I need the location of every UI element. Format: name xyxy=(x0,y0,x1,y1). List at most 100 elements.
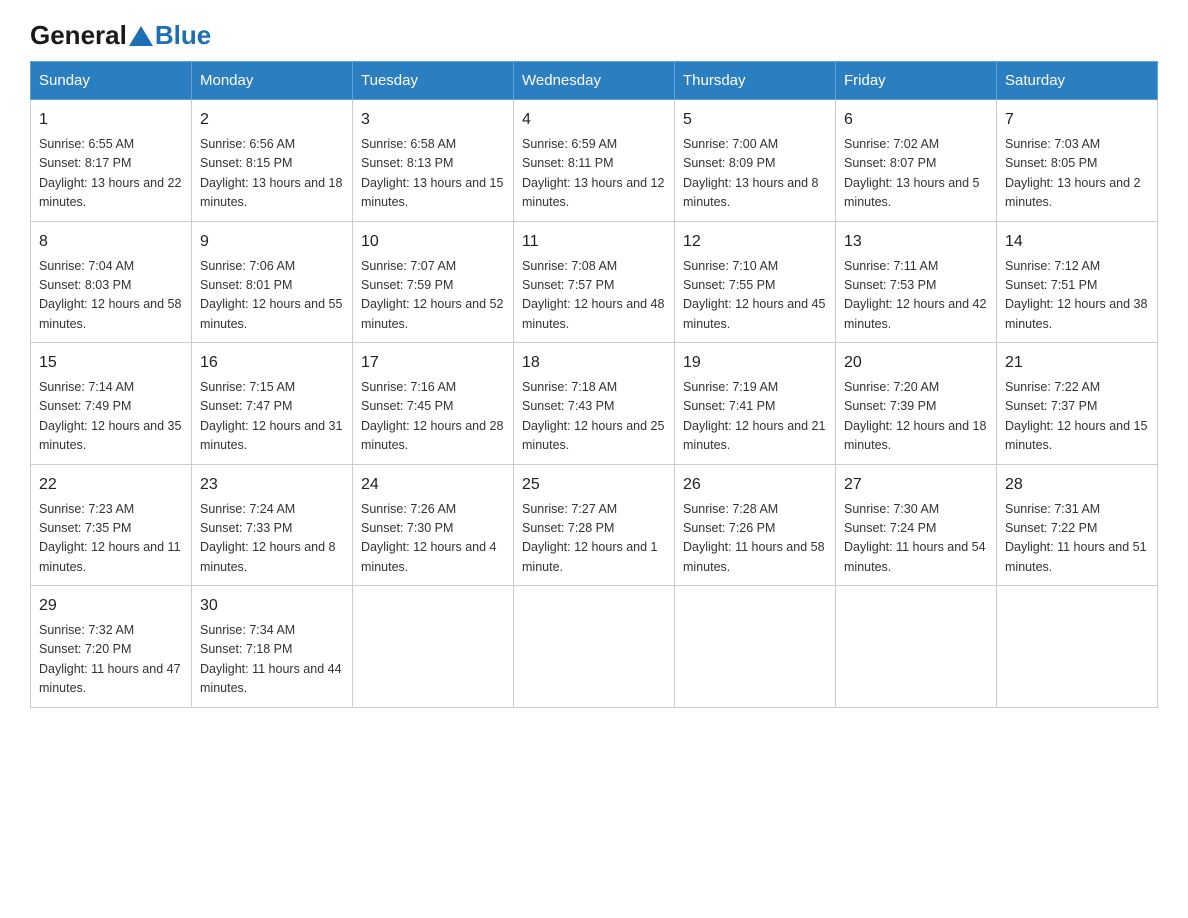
day-info: Sunrise: 7:08 AMSunset: 7:57 PMDaylight:… xyxy=(522,257,666,335)
calendar-cell: 11 Sunrise: 7:08 AMSunset: 7:57 PMDayligh… xyxy=(514,221,675,343)
logo: General Blue xyxy=(30,20,211,51)
calendar-cell: 3 Sunrise: 6:58 AMSunset: 8:13 PMDaylight… xyxy=(353,100,514,222)
calendar-cell: 26 Sunrise: 7:28 AMSunset: 7:26 PMDayligh… xyxy=(675,464,836,586)
calendar-cell xyxy=(675,586,836,708)
calendar-cell: 16 Sunrise: 7:15 AMSunset: 7:47 PMDayligh… xyxy=(192,343,353,465)
calendar-cell: 1 Sunrise: 6:55 AMSunset: 8:17 PMDaylight… xyxy=(31,100,192,222)
day-info: Sunrise: 7:15 AMSunset: 7:47 PMDaylight:… xyxy=(200,378,344,456)
day-info: Sunrise: 7:14 AMSunset: 7:49 PMDaylight:… xyxy=(39,378,183,456)
day-number: 27 xyxy=(844,473,988,497)
calendar-cell: 5 Sunrise: 7:00 AMSunset: 8:09 PMDaylight… xyxy=(675,100,836,222)
calendar-cell: 13 Sunrise: 7:11 AMSunset: 7:53 PMDayligh… xyxy=(836,221,997,343)
calendar-cell: 12 Sunrise: 7:10 AMSunset: 7:55 PMDayligh… xyxy=(675,221,836,343)
day-number: 16 xyxy=(200,351,344,375)
day-number: 24 xyxy=(361,473,505,497)
day-number: 9 xyxy=(200,230,344,254)
day-number: 6 xyxy=(844,108,988,132)
day-number: 15 xyxy=(39,351,183,375)
day-number: 11 xyxy=(522,230,666,254)
day-info: Sunrise: 7:00 AMSunset: 8:09 PMDaylight:… xyxy=(683,135,827,213)
day-info: Sunrise: 7:32 AMSunset: 7:20 PMDaylight:… xyxy=(39,621,183,699)
day-info: Sunrise: 6:55 AMSunset: 8:17 PMDaylight:… xyxy=(39,135,183,213)
day-number: 5 xyxy=(683,108,827,132)
calendar-cell: 7 Sunrise: 7:03 AMSunset: 8:05 PMDaylight… xyxy=(997,100,1158,222)
day-info: Sunrise: 6:58 AMSunset: 8:13 PMDaylight:… xyxy=(361,135,505,213)
day-number: 1 xyxy=(39,108,183,132)
calendar-cell: 29Sunrise: 7:32 AMSunset: 7:20 PMDayligh… xyxy=(31,586,192,708)
weekday-header-saturday: Saturday xyxy=(997,62,1158,100)
day-number: 20 xyxy=(844,351,988,375)
day-info: Sunrise: 7:07 AMSunset: 7:59 PMDaylight:… xyxy=(361,257,505,335)
day-info: Sunrise: 7:16 AMSunset: 7:45 PMDaylight:… xyxy=(361,378,505,456)
calendar-cell: 8 Sunrise: 7:04 AMSunset: 8:03 PMDaylight… xyxy=(31,221,192,343)
day-info: Sunrise: 7:04 AMSunset: 8:03 PMDaylight:… xyxy=(39,257,183,335)
day-number: 13 xyxy=(844,230,988,254)
calendar-table: SundayMondayTuesdayWednesdayThursdayFrid… xyxy=(30,61,1158,708)
day-info: Sunrise: 7:20 AMSunset: 7:39 PMDaylight:… xyxy=(844,378,988,456)
day-info: Sunrise: 7:12 AMSunset: 7:51 PMDaylight:… xyxy=(1005,257,1149,335)
calendar-cell: 18 Sunrise: 7:18 AMSunset: 7:43 PMDayligh… xyxy=(514,343,675,465)
calendar-cell: 10 Sunrise: 7:07 AMSunset: 7:59 PMDayligh… xyxy=(353,221,514,343)
weekday-header-sunday: Sunday xyxy=(31,62,192,100)
day-info: Sunrise: 6:56 AMSunset: 8:15 PMDaylight:… xyxy=(200,135,344,213)
day-info: Sunrise: 7:31 AMSunset: 7:22 PMDaylight:… xyxy=(1005,500,1149,578)
day-number: 26 xyxy=(683,473,827,497)
day-number: 3 xyxy=(361,108,505,132)
weekday-header-row: SundayMondayTuesdayWednesdayThursdayFrid… xyxy=(31,62,1158,100)
day-number: 7 xyxy=(1005,108,1149,132)
calendar-cell xyxy=(353,586,514,708)
week-row-2: 8 Sunrise: 7:04 AMSunset: 8:03 PMDaylight… xyxy=(31,221,1158,343)
day-info: Sunrise: 7:11 AMSunset: 7:53 PMDaylight:… xyxy=(844,257,988,335)
day-number: 22 xyxy=(39,473,183,497)
day-info: Sunrise: 7:03 AMSunset: 8:05 PMDaylight:… xyxy=(1005,135,1149,213)
day-info: Sunrise: 7:18 AMSunset: 7:43 PMDaylight:… xyxy=(522,378,666,456)
day-info: Sunrise: 7:28 AMSunset: 7:26 PMDaylight:… xyxy=(683,500,827,578)
day-number: 12 xyxy=(683,230,827,254)
day-info: Sunrise: 7:26 AMSunset: 7:30 PMDaylight:… xyxy=(361,500,505,578)
calendar-cell: 25Sunrise: 7:27 AMSunset: 7:28 PMDayligh… xyxy=(514,464,675,586)
calendar-cell: 6 Sunrise: 7:02 AMSunset: 8:07 PMDaylight… xyxy=(836,100,997,222)
week-row-3: 15 Sunrise: 7:14 AMSunset: 7:49 PMDayligh… xyxy=(31,343,1158,465)
weekday-header-monday: Monday xyxy=(192,62,353,100)
calendar-cell: 4Sunrise: 6:59 AMSunset: 8:11 PMDaylight… xyxy=(514,100,675,222)
logo-triangle-icon xyxy=(129,26,153,46)
calendar-cell xyxy=(836,586,997,708)
day-number: 19 xyxy=(683,351,827,375)
weekday-header-wednesday: Wednesday xyxy=(514,62,675,100)
day-number: 23 xyxy=(200,473,344,497)
calendar-cell: 15 Sunrise: 7:14 AMSunset: 7:49 PMDayligh… xyxy=(31,343,192,465)
day-number: 21 xyxy=(1005,351,1149,375)
day-number: 30 xyxy=(200,594,344,618)
calendar-cell: 22Sunrise: 7:23 AMSunset: 7:35 PMDayligh… xyxy=(31,464,192,586)
day-info: Sunrise: 7:30 AMSunset: 7:24 PMDaylight:… xyxy=(844,500,988,578)
day-number: 18 xyxy=(522,351,666,375)
calendar-cell: 2Sunrise: 6:56 AMSunset: 8:15 PMDaylight… xyxy=(192,100,353,222)
calendar-cell: 27 Sunrise: 7:30 AMSunset: 7:24 PMDayligh… xyxy=(836,464,997,586)
calendar-cell: 20 Sunrise: 7:20 AMSunset: 7:39 PMDayligh… xyxy=(836,343,997,465)
day-info: Sunrise: 7:19 AMSunset: 7:41 PMDaylight:… xyxy=(683,378,827,456)
logo-blue-text: Blue xyxy=(155,20,211,51)
day-number: 28 xyxy=(1005,473,1149,497)
weekday-header-tuesday: Tuesday xyxy=(353,62,514,100)
day-number: 14 xyxy=(1005,230,1149,254)
calendar-cell: 21Sunrise: 7:22 AMSunset: 7:37 PMDayligh… xyxy=(997,343,1158,465)
calendar-cell xyxy=(997,586,1158,708)
calendar-cell: 17 Sunrise: 7:16 AMSunset: 7:45 PMDayligh… xyxy=(353,343,514,465)
week-row-5: 29Sunrise: 7:32 AMSunset: 7:20 PMDayligh… xyxy=(31,586,1158,708)
page-header: General Blue xyxy=(30,20,1158,51)
day-number: 4 xyxy=(522,108,666,132)
week-row-1: 1 Sunrise: 6:55 AMSunset: 8:17 PMDaylight… xyxy=(31,100,1158,222)
day-info: Sunrise: 7:34 AMSunset: 7:18 PMDaylight:… xyxy=(200,621,344,699)
weekday-header-thursday: Thursday xyxy=(675,62,836,100)
day-number: 10 xyxy=(361,230,505,254)
day-number: 17 xyxy=(361,351,505,375)
day-number: 8 xyxy=(39,230,183,254)
calendar-cell xyxy=(514,586,675,708)
calendar-cell: 9Sunrise: 7:06 AMSunset: 8:01 PMDaylight… xyxy=(192,221,353,343)
calendar-cell: 23Sunrise: 7:24 AMSunset: 7:33 PMDayligh… xyxy=(192,464,353,586)
calendar-cell: 28 Sunrise: 7:31 AMSunset: 7:22 PMDayligh… xyxy=(997,464,1158,586)
calendar-cell: 30 Sunrise: 7:34 AMSunset: 7:18 PMDayligh… xyxy=(192,586,353,708)
day-info: Sunrise: 7:10 AMSunset: 7:55 PMDaylight:… xyxy=(683,257,827,335)
week-row-4: 22Sunrise: 7:23 AMSunset: 7:35 PMDayligh… xyxy=(31,464,1158,586)
day-info: Sunrise: 7:02 AMSunset: 8:07 PMDaylight:… xyxy=(844,135,988,213)
